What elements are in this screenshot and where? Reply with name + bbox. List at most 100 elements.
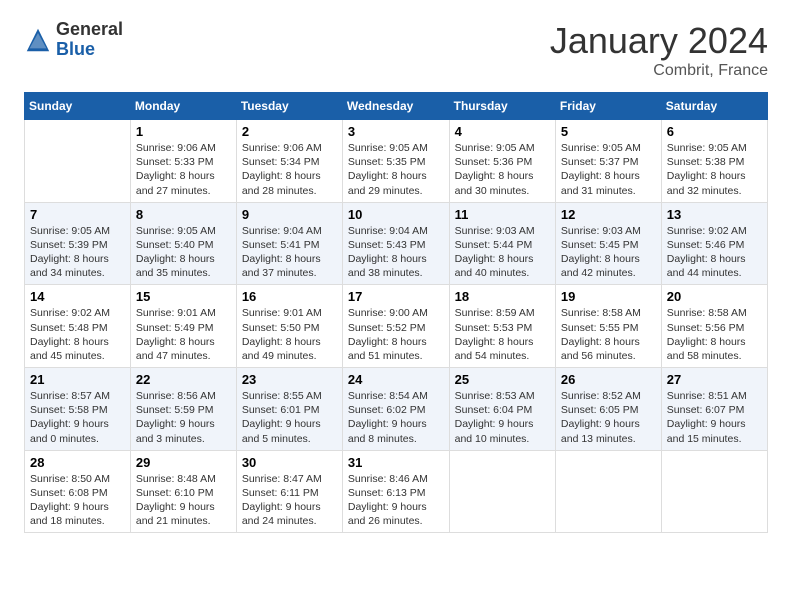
- day-info: Sunrise: 9:06 AM Sunset: 5:33 PM Dayligh…: [136, 141, 231, 198]
- day-info: Sunrise: 8:47 AM Sunset: 6:11 PM Dayligh…: [242, 472, 337, 529]
- calendar-week-row: 7 Sunrise: 9:05 AM Sunset: 5:39 PM Daylig…: [25, 202, 768, 285]
- day-info: Sunrise: 9:05 AM Sunset: 5:35 PM Dayligh…: [348, 141, 444, 198]
- day-number: 11: [455, 207, 550, 222]
- weekday-header: Friday: [555, 93, 661, 120]
- calendar-cell: [661, 450, 767, 533]
- calendar-cell: 9 Sunrise: 9:04 AM Sunset: 5:41 PM Daylig…: [236, 202, 342, 285]
- day-number: 15: [136, 289, 231, 304]
- calendar-cell: 29 Sunrise: 8:48 AM Sunset: 6:10 PM Dayli…: [130, 450, 236, 533]
- day-number: 22: [136, 372, 231, 387]
- calendar-cell: 23 Sunrise: 8:55 AM Sunset: 6:01 PM Dayli…: [236, 368, 342, 451]
- day-number: 3: [348, 124, 444, 139]
- day-info: Sunrise: 9:05 AM Sunset: 5:36 PM Dayligh…: [455, 141, 550, 198]
- day-info: Sunrise: 9:02 AM Sunset: 5:46 PM Dayligh…: [667, 224, 762, 281]
- calendar-cell: 15Sunrise: 9:01 AM Sunset: 5:49 PM Dayli…: [130, 285, 236, 368]
- header-row: SundayMondayTuesdayWednesdayThursdayFrid…: [25, 93, 768, 120]
- day-info: Sunrise: 8:48 AM Sunset: 6:10 PM Dayligh…: [136, 472, 231, 529]
- calendar-cell: 3 Sunrise: 9:05 AM Sunset: 5:35 PM Daylig…: [342, 120, 449, 203]
- logo-icon: [24, 26, 52, 54]
- day-number: 25: [455, 372, 550, 387]
- day-number: 27: [667, 372, 762, 387]
- day-number: 16: [242, 289, 337, 304]
- day-info: Sunrise: 8:50 AM Sunset: 6:08 PM Dayligh…: [30, 472, 125, 529]
- calendar-cell: 30 Sunrise: 8:47 AM Sunset: 6:11 PM Dayli…: [236, 450, 342, 533]
- day-number: 29: [136, 455, 231, 470]
- calendar-cell: 17Sunrise: 9:00 AM Sunset: 5:52 PM Dayli…: [342, 285, 449, 368]
- calendar-cell: 10 Sunrise: 9:04 AM Sunset: 5:43 PM Dayli…: [342, 202, 449, 285]
- calendar-cell: 5 Sunrise: 9:05 AM Sunset: 5:37 PM Daylig…: [555, 120, 661, 203]
- calendar-week-row: 21Sunrise: 8:57 AM Sunset: 5:58 PM Dayli…: [25, 368, 768, 451]
- calendar-cell: [449, 450, 555, 533]
- calendar-cell: [555, 450, 661, 533]
- day-info: Sunrise: 9:04 AM Sunset: 5:43 PM Dayligh…: [348, 224, 444, 281]
- page-header: General Blue January 2024 Combrit, Franc…: [24, 20, 768, 80]
- day-info: Sunrise: 8:54 AM Sunset: 6:02 PM Dayligh…: [348, 389, 444, 446]
- calendar-cell: 31 Sunrise: 8:46 AM Sunset: 6:13 PM Dayli…: [342, 450, 449, 533]
- day-number: 23: [242, 372, 337, 387]
- weekday-header: Monday: [130, 93, 236, 120]
- day-info: Sunrise: 9:00 AM Sunset: 5:52 PM Dayligh…: [348, 306, 444, 363]
- day-info: Sunrise: 8:59 AM Sunset: 5:53 PM Dayligh…: [455, 306, 550, 363]
- calendar-cell: 6 Sunrise: 9:05 AM Sunset: 5:38 PM Daylig…: [661, 120, 767, 203]
- day-info: Sunrise: 9:05 AM Sunset: 5:39 PM Dayligh…: [30, 224, 125, 281]
- day-info: Sunrise: 8:58 AM Sunset: 5:56 PM Dayligh…: [667, 306, 762, 363]
- day-info: Sunrise: 9:05 AM Sunset: 5:38 PM Dayligh…: [667, 141, 762, 198]
- day-number: 9: [242, 207, 337, 222]
- day-number: 5: [561, 124, 656, 139]
- calendar-cell: 19Sunrise: 8:58 AM Sunset: 5:55 PM Dayli…: [555, 285, 661, 368]
- day-number: 2: [242, 124, 337, 139]
- day-info: Sunrise: 8:53 AM Sunset: 6:04 PM Dayligh…: [455, 389, 550, 446]
- day-number: 24: [348, 372, 444, 387]
- calendar-cell: 26 Sunrise: 8:52 AM Sunset: 6:05 PM Dayli…: [555, 368, 661, 451]
- day-info: Sunrise: 8:57 AM Sunset: 5:58 PM Dayligh…: [30, 389, 125, 446]
- day-info: Sunrise: 9:02 AM Sunset: 5:48 PM Dayligh…: [30, 306, 125, 363]
- calendar-cell: 21Sunrise: 8:57 AM Sunset: 5:58 PM Dayli…: [25, 368, 131, 451]
- calendar-cell: 25 Sunrise: 8:53 AM Sunset: 6:04 PM Dayli…: [449, 368, 555, 451]
- day-number: 7: [30, 207, 125, 222]
- day-info: Sunrise: 8:52 AM Sunset: 6:05 PM Dayligh…: [561, 389, 656, 446]
- logo: General Blue: [24, 20, 123, 60]
- day-info: Sunrise: 9:03 AM Sunset: 5:45 PM Dayligh…: [561, 224, 656, 281]
- calendar-week-row: 1 Sunrise: 9:06 AM Sunset: 5:33 PM Daylig…: [25, 120, 768, 203]
- day-number: 4: [455, 124, 550, 139]
- calendar-cell: 20 Sunrise: 8:58 AM Sunset: 5:56 PM Dayli…: [661, 285, 767, 368]
- calendar-cell: 16Sunrise: 9:01 AM Sunset: 5:50 PM Dayli…: [236, 285, 342, 368]
- calendar-cell: 7 Sunrise: 9:05 AM Sunset: 5:39 PM Daylig…: [25, 202, 131, 285]
- day-number: 28: [30, 455, 125, 470]
- day-number: 12: [561, 207, 656, 222]
- calendar-cell: 22 Sunrise: 8:56 AM Sunset: 5:59 PM Dayli…: [130, 368, 236, 451]
- day-number: 31: [348, 455, 444, 470]
- calendar-cell: 27 Sunrise: 8:51 AM Sunset: 6:07 PM Dayli…: [661, 368, 767, 451]
- calendar-cell: 18 Sunrise: 8:59 AM Sunset: 5:53 PM Dayli…: [449, 285, 555, 368]
- day-info: Sunrise: 8:46 AM Sunset: 6:13 PM Dayligh…: [348, 472, 444, 529]
- day-number: 13: [667, 207, 762, 222]
- day-info: Sunrise: 9:06 AM Sunset: 5:34 PM Dayligh…: [242, 141, 337, 198]
- calendar-cell: [25, 120, 131, 203]
- calendar-week-row: 28 Sunrise: 8:50 AM Sunset: 6:08 PM Dayli…: [25, 450, 768, 533]
- day-info: Sunrise: 9:04 AM Sunset: 5:41 PM Dayligh…: [242, 224, 337, 281]
- calendar-cell: 4 Sunrise: 9:05 AM Sunset: 5:36 PM Daylig…: [449, 120, 555, 203]
- calendar-week-row: 14Sunrise: 9:02 AM Sunset: 5:48 PM Dayli…: [25, 285, 768, 368]
- weekday-header: Tuesday: [236, 93, 342, 120]
- day-number: 20: [667, 289, 762, 304]
- day-number: 1: [136, 124, 231, 139]
- month-title: January 2024: [550, 20, 768, 62]
- calendar-cell: 1 Sunrise: 9:06 AM Sunset: 5:33 PM Daylig…: [130, 120, 236, 203]
- location: Combrit, France: [550, 62, 768, 80]
- day-info: Sunrise: 8:56 AM Sunset: 5:59 PM Dayligh…: [136, 389, 231, 446]
- day-info: Sunrise: 8:51 AM Sunset: 6:07 PM Dayligh…: [667, 389, 762, 446]
- calendar-cell: 2 Sunrise: 9:06 AM Sunset: 5:34 PM Daylig…: [236, 120, 342, 203]
- day-number: 6: [667, 124, 762, 139]
- day-info: Sunrise: 9:05 AM Sunset: 5:37 PM Dayligh…: [561, 141, 656, 198]
- day-number: 30: [242, 455, 337, 470]
- weekday-header: Thursday: [449, 93, 555, 120]
- day-info: Sunrise: 8:58 AM Sunset: 5:55 PM Dayligh…: [561, 306, 656, 363]
- day-number: 18: [455, 289, 550, 304]
- day-info: Sunrise: 8:55 AM Sunset: 6:01 PM Dayligh…: [242, 389, 337, 446]
- logo-text: General Blue: [56, 20, 123, 60]
- day-number: 10: [348, 207, 444, 222]
- day-number: 26: [561, 372, 656, 387]
- calendar-cell: 13 Sunrise: 9:02 AM Sunset: 5:46 PM Dayli…: [661, 202, 767, 285]
- calendar-cell: 28 Sunrise: 8:50 AM Sunset: 6:08 PM Dayli…: [25, 450, 131, 533]
- day-number: 8: [136, 207, 231, 222]
